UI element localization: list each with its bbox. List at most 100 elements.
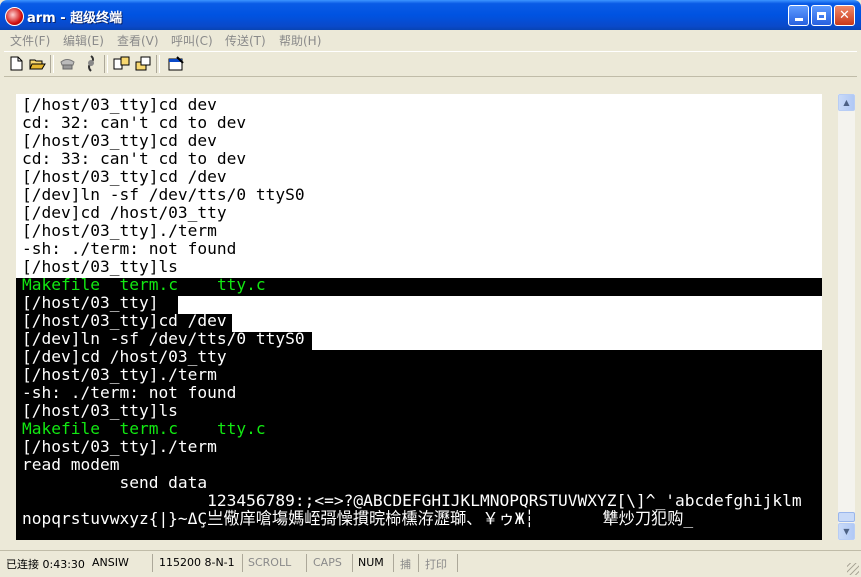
status-separator xyxy=(242,554,243,572)
terminal-text: 123456789:;<=>?@ABCDEFGHIJKLMNOPQRSTUVWX… xyxy=(22,491,802,510)
status-separator xyxy=(352,554,353,572)
menu-transfer[interactable]: 传送(T) xyxy=(225,32,266,49)
terminal-line: -sh: ./term: not found xyxy=(22,384,236,402)
terminal-line: [/host/03_tty]cd dev xyxy=(22,132,217,150)
terminal-cursor: _ xyxy=(683,509,694,528)
menu-help[interactable]: 帮助(H) xyxy=(279,32,321,49)
terminal-text: [/dev]cd /host/03_tty xyxy=(22,347,227,366)
hyperterminal-icon[interactable] xyxy=(5,7,24,26)
minimize-button[interactable] xyxy=(788,5,809,26)
menu-edit[interactable]: 编辑(E) xyxy=(63,32,104,49)
terminal-text: tty.c xyxy=(216,419,266,438)
terminal-text: [/host/03_tty]./term xyxy=(22,365,217,384)
terminal-text: [/host/03_tty] xyxy=(22,293,159,312)
close-icon: ✕ xyxy=(839,8,850,23)
status-caps: CAPS xyxy=(313,556,342,569)
terminal-text: [/host/03_tty]cd dev xyxy=(22,95,217,114)
terminal-line: [/dev]ln -sf /dev/tts/0 ttyS0 xyxy=(22,330,305,348)
terminal-line: nopqrstuvwxyz{|}~ΔÇ亗儆庠嗆塲媽峌彁懆摜晥椧櫄洊瀝瑡、￥ゥЖ┆… xyxy=(22,510,693,528)
status-separator xyxy=(418,554,419,572)
maximize-icon xyxy=(817,11,826,20)
selection-highlight xyxy=(232,314,822,332)
vertical-scrollbar[interactable]: ▲ ▼ xyxy=(838,94,855,540)
status-connected: 已连接 0:43:30 xyxy=(6,558,85,571)
terminal-line: [/dev]cd /host/03_tty xyxy=(22,348,227,366)
terminal-text: -sh: ./term: not found xyxy=(22,383,237,402)
new-icon[interactable] xyxy=(8,55,25,72)
toolbar-separator xyxy=(156,55,160,73)
menu-view[interactable]: 查看(V) xyxy=(117,32,159,49)
status-separator xyxy=(457,554,458,572)
terminal-text: Makefile xyxy=(22,419,100,438)
connect-icon[interactable] xyxy=(59,55,76,72)
scroll-down-button[interactable]: ▼ xyxy=(838,523,855,540)
menu-file[interactable]: 文件(F) xyxy=(10,32,50,49)
terminal-text: [/host/03_tty]./term xyxy=(22,437,217,456)
terminal-line: [/host/03_tty] xyxy=(22,294,158,312)
terminal-text: [/host/03_tty]cd dev xyxy=(22,131,217,150)
status-separator xyxy=(152,554,153,572)
terminal-text: [/host/03_tty]cd /dev xyxy=(22,167,227,186)
status-bar: 已连接 0:43:30 ANSIW 115200 8-N-1 SCROLL CA… xyxy=(0,550,861,577)
terminal-text: cd: 33: can't cd to dev xyxy=(22,149,247,168)
status-port: 115200 8-N-1 xyxy=(159,556,235,569)
send-icon[interactable] xyxy=(113,55,130,72)
terminal-line: 123456789:;<=>?@ABCDEFGHIJKLMNOPQRSTUVWX… xyxy=(22,492,802,510)
status-print: 打印 xyxy=(425,558,447,571)
receive-icon[interactable] xyxy=(135,55,152,72)
terminal-text: [/dev]ln -sf /dev/tts/0 ttyS0 xyxy=(22,185,305,204)
terminal-text: [/dev]ln -sf /dev/tts/0 ttyS0 xyxy=(22,329,305,348)
menu-call[interactable]: 呼叫(C) xyxy=(171,32,213,49)
open-icon[interactable] xyxy=(29,55,46,72)
toolbar-separator xyxy=(50,55,54,73)
terminal-text: [/host/03_tty]ls xyxy=(22,401,178,420)
selection-highlight xyxy=(178,296,822,314)
status-separator xyxy=(393,554,394,572)
toolbar xyxy=(4,51,857,77)
terminal-text: [/host/03_tty]cd /dev xyxy=(22,311,227,330)
scroll-thumb[interactable] xyxy=(838,512,855,522)
terminal-line: [/dev]ln -sf /dev/tts/0 ttyS0 xyxy=(22,186,305,204)
terminal-line: cd: 33: can't cd to dev xyxy=(22,150,246,168)
terminal-text: tty.c xyxy=(216,275,266,294)
terminal-line: -sh: ./term: not found xyxy=(22,240,236,258)
maximize-button[interactable] xyxy=(811,5,832,26)
terminal-line: [/host/03_tty]./term xyxy=(22,366,217,384)
terminal-line: [/host/03_tty]cd /dev xyxy=(22,312,227,330)
status-emulation: ANSIW xyxy=(92,556,129,569)
terminal-text: read modem xyxy=(22,455,120,474)
terminal-line: [/host/03_tty]ls xyxy=(22,258,178,276)
terminal-line: [/host/03_tty]ls xyxy=(22,402,178,420)
terminal-line: [/host/03_tty]./term xyxy=(22,222,217,240)
disconnect-icon[interactable] xyxy=(82,55,99,72)
terminal-line: [/host/03_tty]./term xyxy=(22,438,217,456)
close-button[interactable]: ✕ xyxy=(834,5,855,26)
status-scroll: SCROLL xyxy=(248,556,292,569)
scroll-up-button[interactable]: ▲ xyxy=(838,94,855,111)
toolbar-separator xyxy=(104,55,108,73)
terminal-text: [/host/03_tty]./term xyxy=(22,221,217,240)
properties-icon[interactable] xyxy=(167,55,184,72)
status-num: NUM xyxy=(358,556,384,569)
status-separator xyxy=(306,554,307,572)
terminal-text: Makefile xyxy=(22,275,100,294)
terminal-line: [/host/03_tty]cd dev xyxy=(22,96,217,114)
resize-grip[interactable] xyxy=(847,563,859,575)
terminal-screen[interactable]: [/host/03_tty]cd dev cd: 32: can't cd to … xyxy=(16,94,822,540)
selection-highlight xyxy=(312,332,822,350)
terminal-text: term.c xyxy=(119,275,178,294)
terminal-text: [/host/03_tty]ls xyxy=(22,257,178,276)
window-title: arm - 超级终端 xyxy=(27,11,123,26)
terminal-line: send data xyxy=(22,474,207,492)
terminal-line: Makefile term.c tty.c xyxy=(22,420,266,438)
minimize-icon xyxy=(794,17,803,21)
terminal-text: [/dev]cd /host/03_tty xyxy=(22,203,227,222)
terminal-line: Makefile term.c tty.c xyxy=(22,276,266,294)
terminal-text: cd: 32: can't cd to dev xyxy=(22,113,247,132)
terminal-text: term.c xyxy=(119,419,178,438)
title-bar[interactable]: arm - 超级终端 ✕ xyxy=(0,0,861,30)
terminal-text: nopqrstuvwxyz{|}~ΔÇ亗儆庠嗆塲媽峌彁懆摜晥椧櫄洊瀝瑡、￥ゥЖ┆… xyxy=(22,509,684,528)
